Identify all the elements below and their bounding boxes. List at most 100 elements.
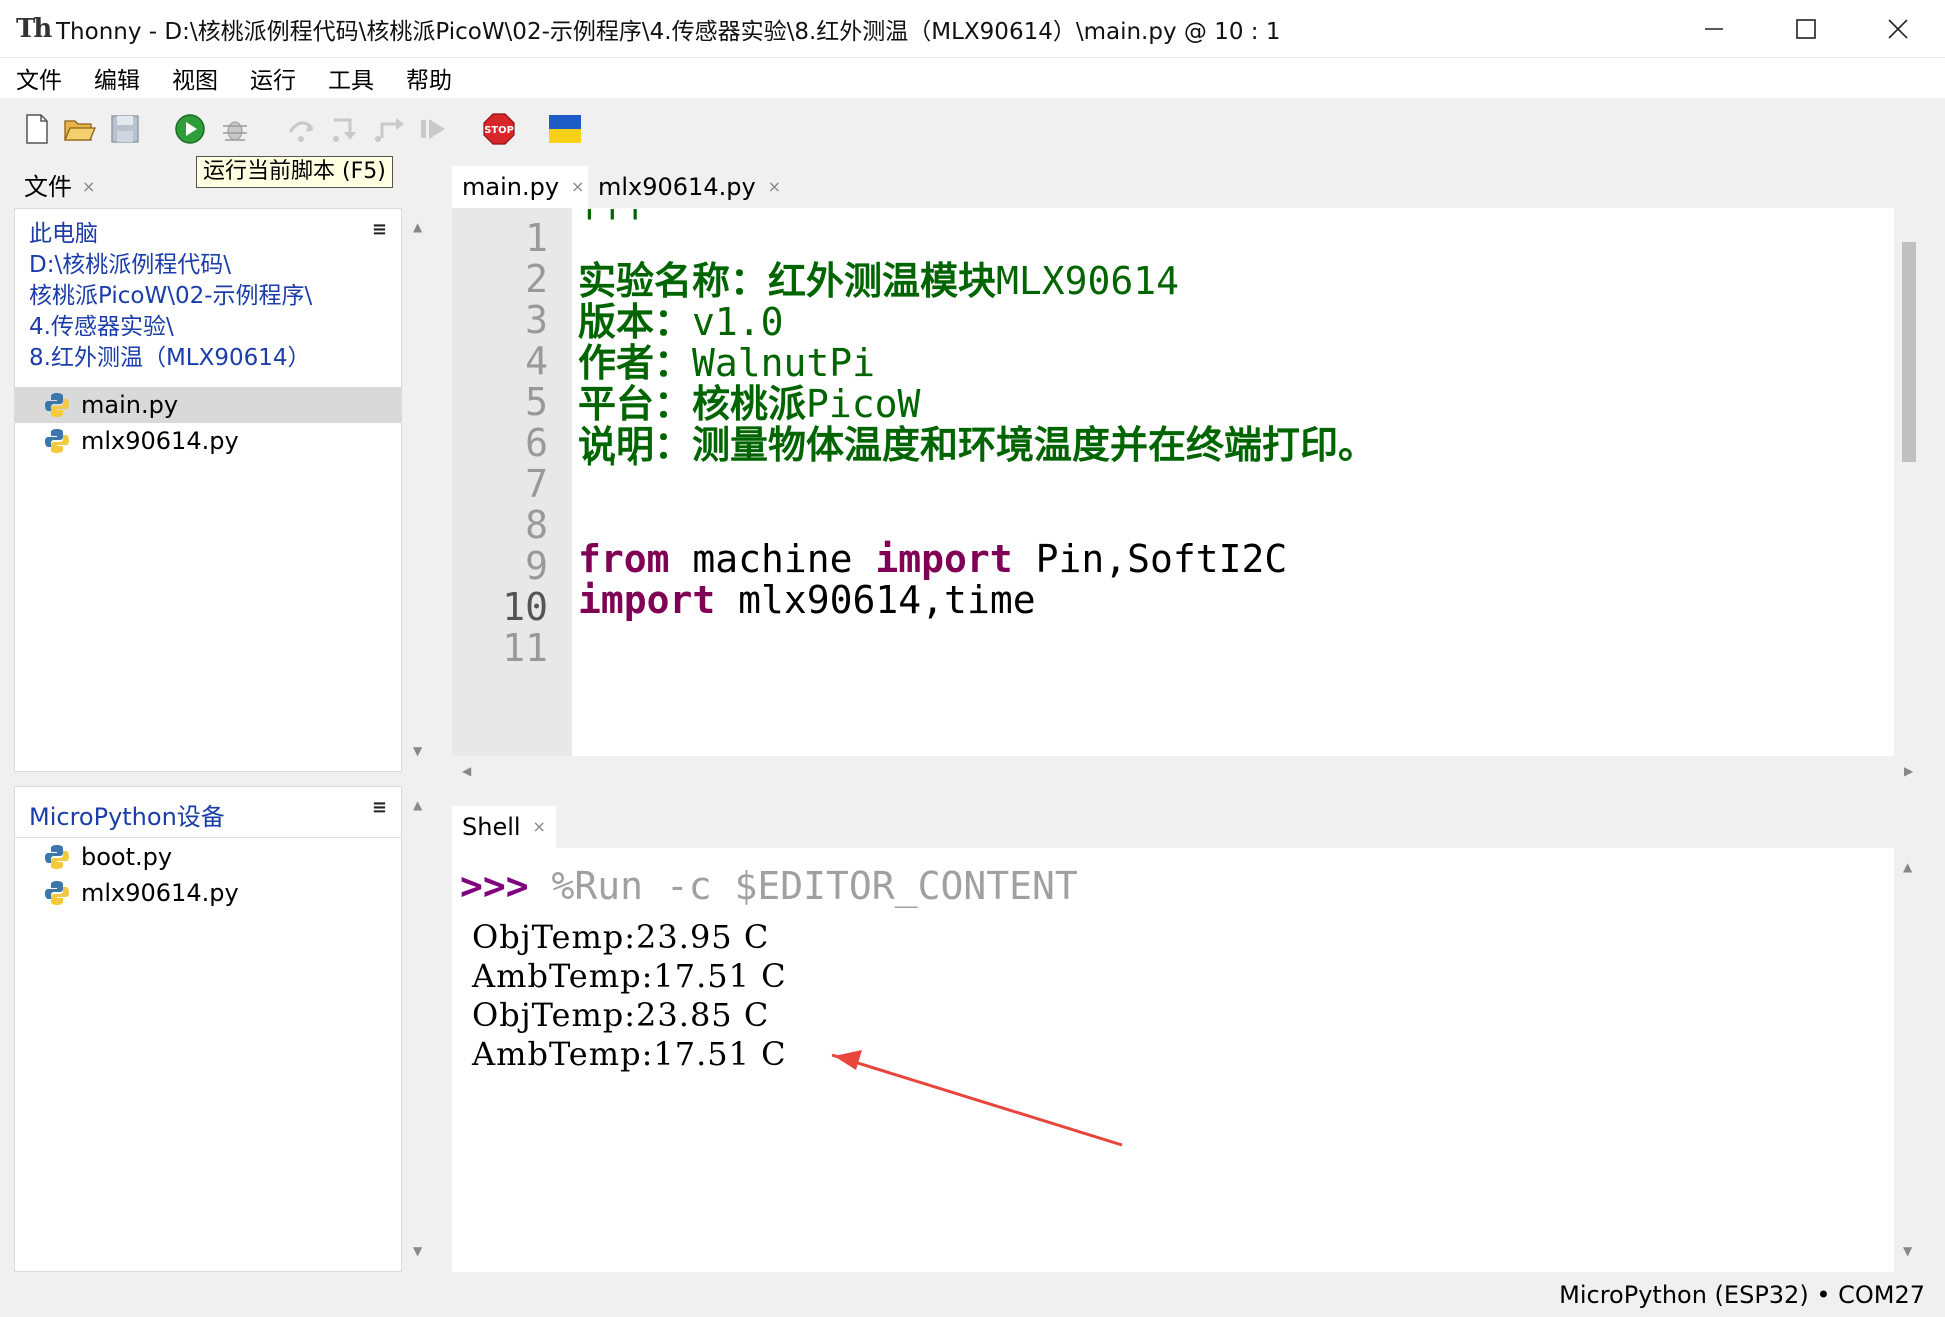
step-over-icon[interactable]	[284, 112, 318, 146]
docstring-text: MLX90614	[996, 259, 1180, 303]
keyword: import	[875, 537, 1013, 581]
scrollbar-thumb[interactable]	[1902, 242, 1916, 462]
shell-scrollbar[interactable]: ▲ ▼	[1894, 848, 1924, 1272]
shell-tab[interactable]: Shell ×	[452, 806, 556, 848]
minimize-button[interactable]	[1668, 0, 1760, 58]
scroll-down-arrow-icon[interactable]: ▼	[413, 744, 422, 758]
close-window-button[interactable]	[1852, 0, 1944, 58]
path-segment-3[interactable]: 4.传感器实验\	[29, 312, 312, 343]
path-segment-2[interactable]: 核桃派PicoW\02-示例程序\	[29, 281, 312, 312]
files-panel-scrollbar[interactable]: ▲ ▼	[404, 208, 434, 772]
scroll-up-arrow-icon[interactable]: ▲	[1903, 860, 1912, 874]
file-name: mlx90614.py	[81, 879, 239, 907]
code-text: Pin,SoftI2C	[1012, 537, 1288, 581]
editor-horizontal-scrollbar[interactable]: ◀ ▶	[452, 756, 1924, 786]
line-number: 7	[525, 462, 548, 506]
python-file-icon	[45, 393, 69, 417]
device-panel: MicroPython设备 ≡ boot.py mlx90614.py	[14, 786, 402, 1272]
python-file-icon	[45, 845, 69, 869]
close-tab-icon[interactable]: ×	[768, 166, 781, 208]
menu-help[interactable]: 帮助	[406, 61, 452, 95]
ukraine-flag-icon[interactable]	[548, 112, 582, 146]
close-icon	[1888, 19, 1908, 39]
path-segment-4[interactable]: 8.红外测温（MLX90614）	[29, 343, 312, 374]
line-number-gutter: 1 2 3 4 5 6 7 8 9 10 11	[452, 208, 572, 756]
path-segment-1[interactable]: D:\核桃派例程代码\	[29, 250, 312, 281]
path-this-pc[interactable]: 此电脑	[29, 219, 312, 250]
menu-tools[interactable]: 工具	[328, 61, 374, 95]
tab-label: mlx90614.py	[598, 173, 756, 201]
files-panel: ≡ 此电脑 D:\核桃派例程代码\ 核桃派PicoW\02-示例程序\ 4.传感…	[14, 208, 402, 772]
title-bar: Th Thonny - D:\核桃派例程代码\核桃派PicoW\02-示例程序\…	[0, 0, 1945, 58]
scroll-up-arrow-icon[interactable]: ▲	[413, 220, 422, 234]
line-number: 1	[525, 216, 548, 260]
menu-edit[interactable]: 编辑	[94, 61, 140, 95]
python-file-icon	[45, 881, 69, 905]
scroll-up-arrow-icon[interactable]: ▲	[413, 798, 422, 812]
keyword: import	[578, 578, 716, 622]
keyword: from	[578, 537, 670, 581]
device-panel-scrollbar[interactable]: ▲ ▼	[404, 786, 434, 1272]
stop-icon[interactable]: STOP	[482, 112, 516, 146]
code-line-1: '''	[578, 208, 647, 246]
step-out-icon[interactable]	[372, 112, 406, 146]
step-into-icon[interactable]	[328, 112, 362, 146]
code-line-10: import mlx90614,time	[578, 578, 1036, 622]
code-text: mlx90614,time	[715, 578, 1036, 622]
menu-view[interactable]: 视图	[172, 61, 218, 95]
menu-run[interactable]: 运行	[250, 61, 296, 95]
new-file-icon[interactable]	[20, 112, 54, 146]
scroll-right-arrow-icon[interactable]: ▶	[1904, 764, 1913, 778]
code-line-9: from machine import Pin,SoftI2C	[578, 537, 1287, 581]
run-icon[interactable]	[173, 112, 207, 146]
menu-file[interactable]: 文件	[16, 61, 62, 95]
scroll-down-arrow-icon[interactable]: ▼	[1903, 1244, 1912, 1258]
minimize-icon	[1705, 28, 1723, 30]
tab-label: main.py	[462, 173, 560, 201]
scroll-left-arrow-icon[interactable]: ◀	[462, 764, 471, 778]
annotation-arrow	[831, 1050, 1123, 1147]
save-icon[interactable]	[108, 112, 142, 146]
tab-mlx90614-py[interactable]: mlx90614.py ×	[588, 166, 792, 208]
debug-icon[interactable]	[218, 112, 252, 146]
thonny-app-icon: Th	[16, 13, 52, 44]
code-editor[interactable]: 1 2 3 4 5 6 7 8 9 10 11 ''' 实验名称：红外测温模块M…	[452, 208, 1894, 756]
file-row-mlx90614-py[interactable]: mlx90614.py	[15, 423, 401, 459]
resume-icon[interactable]	[416, 112, 450, 146]
files-panel-tab[interactable]: 文件 ×	[14, 166, 106, 208]
open-folder-icon[interactable]	[62, 112, 96, 146]
file-name: mlx90614.py	[81, 427, 239, 455]
editor-vertical-scrollbar[interactable]	[1894, 208, 1924, 756]
line-number-current: 10	[502, 585, 548, 629]
tab-main-py[interactable]: main.py ×	[452, 166, 595, 208]
close-tab-icon[interactable]: ×	[82, 166, 95, 208]
line-number: 9	[525, 544, 548, 588]
code-text: machine	[669, 537, 876, 581]
close-tab-icon[interactable]: ×	[533, 806, 546, 848]
window-title: Thonny - D:\核桃派例程代码\核桃派PicoW\02-示例程序\4.传…	[56, 18, 1281, 45]
line-number: 4	[525, 339, 548, 383]
shell-console[interactable]: >>> %Run -c $EDITOR_CONTENT ObjTemp:23.9…	[452, 848, 1894, 1272]
file-name: main.py	[81, 391, 179, 419]
line-number: 11	[502, 626, 548, 670]
device-panel-menu-icon[interactable]: ≡	[372, 797, 387, 818]
scroll-down-arrow-icon[interactable]: ▼	[413, 1244, 422, 1258]
close-tab-icon[interactable]: ×	[571, 166, 584, 208]
menu-bar: 文件 编辑 视图 运行 工具 帮助	[0, 58, 1945, 98]
docstring-text: 说明：测量物体温度和环境温度并在终端打印。	[578, 423, 1377, 467]
file-row-main-py[interactable]: main.py	[15, 387, 401, 423]
file-name: boot.py	[81, 843, 173, 871]
code-line-7: '''	[578, 448, 647, 492]
shell-tab-label: Shell	[462, 813, 521, 841]
python-file-icon	[45, 429, 69, 453]
path-breadcrumb: 此电脑 D:\核桃派例程代码\ 核桃派PicoW\02-示例程序\ 4.传感器实…	[29, 219, 312, 374]
divider	[15, 837, 401, 838]
files-panel-menu-icon[interactable]: ≡	[372, 219, 387, 240]
maximize-icon	[1796, 19, 1816, 39]
interpreter-status[interactable]: MicroPython (ESP32) • COM27	[1559, 1281, 1925, 1309]
device-panel-title[interactable]: MicroPython设备	[29, 797, 225, 832]
device-file-mlx90614-py[interactable]: mlx90614.py	[15, 875, 401, 911]
line-number: 8	[525, 503, 548, 547]
device-file-boot-py[interactable]: boot.py	[15, 839, 401, 875]
maximize-button[interactable]	[1760, 0, 1852, 58]
